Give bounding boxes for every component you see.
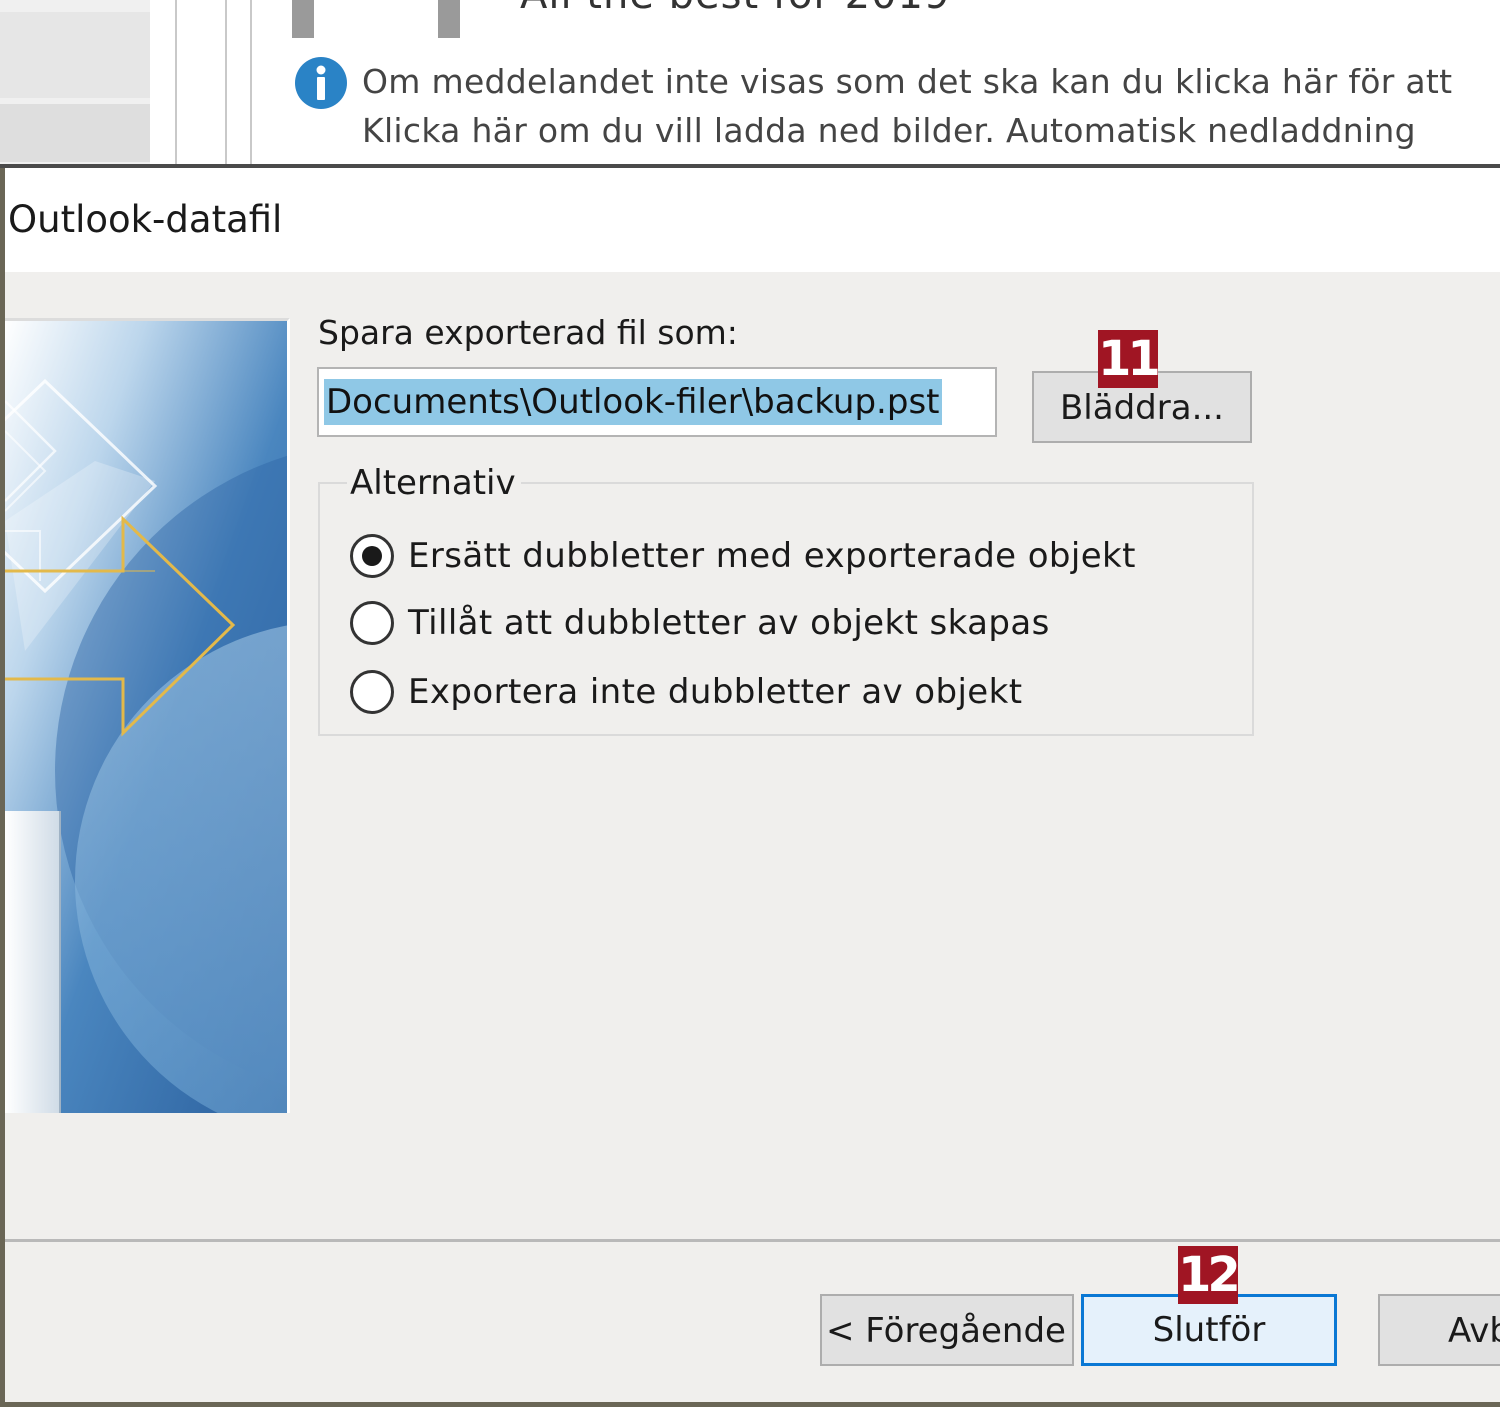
option-do-not-export-duplicates[interactable]: Exportera inte dubbletter av objekt	[350, 668, 1022, 716]
finish-button[interactable]: Slutför	[1081, 1294, 1337, 1366]
dialog-header: Outlook-datafil	[5, 168, 1500, 272]
radio-button[interactable]	[350, 601, 394, 645]
wizard-illustration	[5, 318, 290, 1113]
radio-button[interactable]	[350, 670, 394, 714]
background-outlook-window: All the best for 2019 Om meddelandet int…	[0, 0, 1500, 168]
export-outlook-datafile-dialog: Outlook-datafil Spara exporterad fil som…	[0, 168, 1500, 1407]
background-folder-pane	[0, 0, 150, 168]
dialog-title: Outlook-datafil	[8, 198, 283, 241]
info-bar-line-1[interactable]: Om meddelandet inte visas som det ska ka…	[362, 62, 1452, 101]
cancel-button[interactable]: Avbryt	[1378, 1294, 1500, 1366]
info-icon	[295, 57, 347, 109]
pane-divider	[250, 0, 252, 168]
dialog-bottom-border	[5, 1402, 1500, 1407]
option-allow-duplicates[interactable]: Tillåt att dubbletter av objekt skapas	[350, 599, 1050, 647]
background-graphic	[438, 0, 460, 38]
footer-separator	[5, 1239, 1500, 1242]
message-heading: All the best for 2019	[520, 0, 950, 18]
folder-pane-strip	[0, 12, 150, 98]
radio-button-checked[interactable]	[350, 534, 394, 578]
info-bar-line-2[interactable]: Klicka här om du vill ladda ned bilder. …	[362, 111, 1416, 150]
background-graphic	[292, 0, 314, 38]
pane-divider	[225, 0, 227, 168]
step-badge-finish: 12	[1178, 1246, 1241, 1304]
step-badge-browse: 11	[1098, 330, 1161, 388]
back-button[interactable]: < Föregående	[820, 1294, 1074, 1366]
save-as-label: Spara exporterad fil som:	[318, 313, 738, 352]
option-label[interactable]: Ersätt dubbletter med exporterade objekt	[408, 536, 1136, 576]
file-path-value[interactable]: Documents\Outlook-filer\backup.pst	[324, 379, 942, 425]
option-replace-duplicates[interactable]: Ersätt dubbletter med exporterade objekt	[350, 532, 1136, 580]
pane-divider	[175, 0, 177, 168]
option-label[interactable]: Tillåt att dubbletter av objekt skapas	[408, 603, 1050, 643]
options-legend: Alternativ	[347, 463, 521, 503]
option-label[interactable]: Exportera inte dubbletter av objekt	[408, 672, 1022, 712]
folder-pane-strip	[0, 104, 150, 162]
file-path-input[interactable]: Documents\Outlook-filer\backup.pst	[317, 367, 997, 437]
